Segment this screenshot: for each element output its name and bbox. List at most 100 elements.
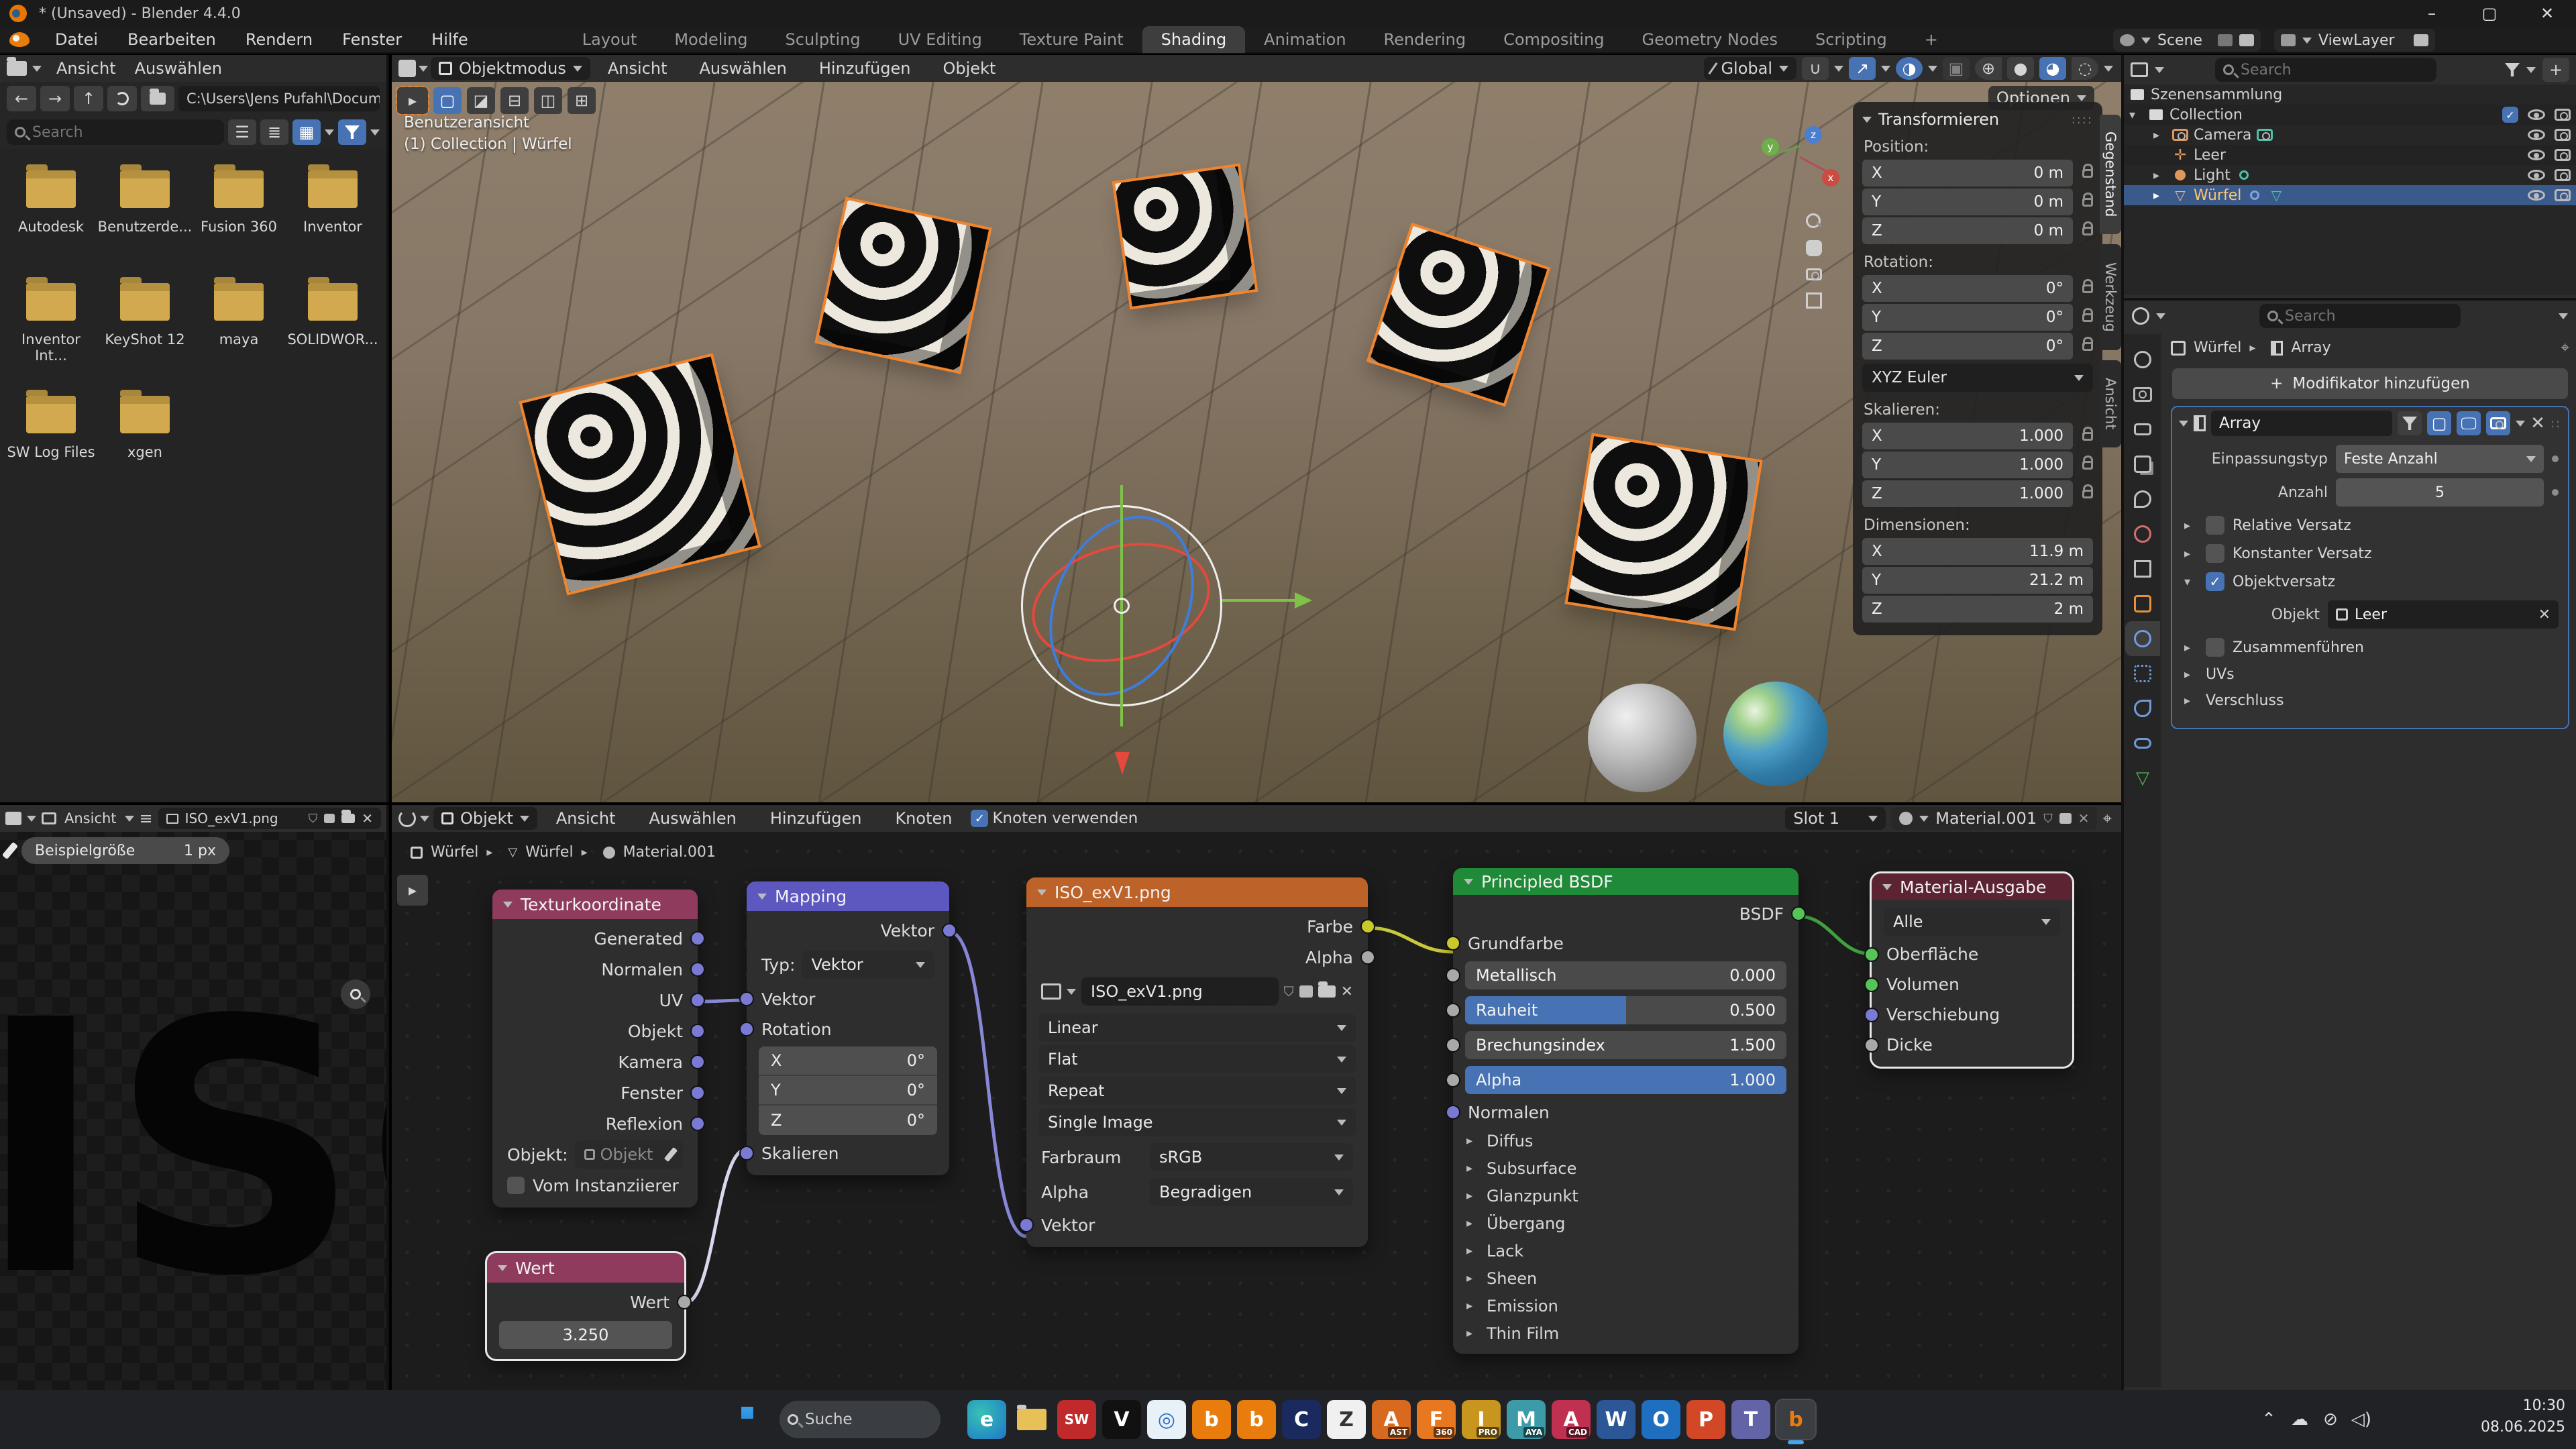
- lock-icon[interactable]: [2082, 461, 2093, 470]
- select-extend-icon[interactable]: ◪: [467, 87, 495, 114]
- add-workspace-button[interactable]: +: [1906, 26, 1957, 53]
- menu-hilfe[interactable]: Hilfe: [417, 26, 483, 53]
- socket-surface-in[interactable]: [1864, 947, 1879, 962]
- expand-icon[interactable]: ▸: [2153, 168, 2167, 182]
- node-select-tool-icon[interactable]: ▸: [397, 875, 428, 906]
- collapse-icon[interactable]: [1882, 884, 1892, 890]
- rotation-y-field[interactable]: Y0°: [1862, 304, 2073, 331]
- relative-offset-section[interactable]: ▸Relative Versatz: [2184, 516, 2556, 535]
- copy-icon[interactable]: [2239, 34, 2254, 46]
- taskbar-edge[interactable]: e: [967, 1400, 1006, 1439]
- scale-x-field[interactable]: X1.000: [1862, 423, 2073, 449]
- tab-particles[interactable]: [2125, 656, 2160, 691]
- outliner-row-light[interactable]: ▸ Light: [2124, 165, 2576, 185]
- taskbar-teams[interactable]: T: [1731, 1400, 1770, 1439]
- section-lack[interactable]: ▸Lack: [1453, 1237, 1799, 1265]
- socket-rotation-in[interactable]: [739, 1022, 754, 1036]
- dim-z-field[interactable]: Z2 m: [1862, 596, 2093, 623]
- gizmo-arrow-green[interactable]: [1295, 592, 1312, 608]
- tab-output[interactable]: [2125, 412, 2160, 447]
- shield-icon[interactable]: ⛉: [309, 812, 318, 826]
- socket-color-out[interactable]: [1360, 919, 1375, 934]
- add-modifier-button[interactable]: +Modifikator hinzufügen: [2172, 368, 2568, 399]
- copy-icon[interactable]: [1299, 985, 1313, 998]
- outliner-editor-icon[interactable]: [2131, 62, 2148, 77]
- folder-item[interactable]: KeyShot 12: [98, 274, 192, 386]
- section-subsurface[interactable]: ▸Subsurface: [1453, 1155, 1799, 1182]
- fb-menu-ansicht[interactable]: Ansicht: [47, 55, 125, 82]
- dim-x-field[interactable]: X11.9 m: [1862, 538, 2093, 565]
- fb-menu-auswaehlen[interactable]: Auswählen: [131, 55, 226, 82]
- menu-bearbeiten[interactable]: Bearbeiten: [113, 26, 231, 53]
- select-intersect-icon[interactable]: ⊞: [568, 87, 596, 114]
- render-visibility-icon[interactable]: [2555, 109, 2571, 121]
- tab-scripting[interactable]: Scripting: [1796, 26, 1906, 53]
- node-material-output[interactable]: Material-Ausgabe Alle Oberfläche Volumen…: [1872, 873, 2072, 1067]
- socket-normal-out[interactable]: [690, 962, 705, 977]
- offset-object-field[interactable]: Leer ✕: [2328, 600, 2559, 629]
- collapse-icon[interactable]: [757, 894, 767, 900]
- hide-eye-icon[interactable]: [2528, 150, 2545, 160]
- taskbar-cinema4d[interactable]: C: [1282, 1400, 1321, 1439]
- hide-eye-icon[interactable]: [2528, 129, 2545, 140]
- new-collection-button[interactable]: +: [2542, 58, 2569, 82]
- transform-gizmo[interactable]: [1021, 505, 1222, 706]
- collapse-icon[interactable]: [2179, 421, 2188, 427]
- projection-dropdown[interactable]: Flat: [1038, 1045, 1356, 1073]
- npanel-tab-ansicht[interactable]: Ansicht: [2100, 360, 2121, 447]
- socket-basecolor-in[interactable]: [1446, 936, 1460, 951]
- checkbox-off[interactable]: [2206, 544, 2224, 563]
- menu-datei[interactable]: Datei: [40, 26, 113, 53]
- socket-displacement-in[interactable]: [1864, 1008, 1879, 1022]
- select-invert-icon[interactable]: ◫: [534, 87, 562, 114]
- lock-icon[interactable]: [2082, 490, 2093, 498]
- node-image-texture[interactable]: ISO_exV1.png Farbe Alpha ISO_exV1.png ⛉ …: [1026, 877, 1368, 1247]
- overlays-toggle-icon[interactable]: ◑: [1896, 57, 1923, 80]
- select-new-icon[interactable]: ▢: [433, 87, 462, 114]
- node-value[interactable]: Wert Wert 3.250: [487, 1253, 684, 1359]
- chevron-down-icon[interactable]: [1834, 66, 1843, 72]
- fb-search[interactable]: [7, 119, 224, 145]
- socket-generated-out[interactable]: [690, 931, 705, 946]
- onedrive-icon[interactable]: ☁: [2286, 1406, 2313, 1433]
- xray-toggle-icon[interactable]: ▣: [1943, 57, 1970, 80]
- copy-icon[interactable]: [324, 814, 335, 823]
- hide-eye-icon[interactable]: [2528, 170, 2545, 180]
- lock-icon[interactable]: [2082, 198, 2093, 207]
- sh-menu-auswaehlen[interactable]: Auswählen: [635, 805, 751, 832]
- socket-vector-in[interactable]: [739, 991, 754, 1006]
- vp-menu-objekt[interactable]: Objekt: [928, 55, 1010, 82]
- outliner-row-scene-collection[interactable]: Szenensammlung: [2124, 85, 2576, 105]
- lock-icon[interactable]: [2082, 169, 2093, 178]
- filter-icon[interactable]: [2505, 63, 2520, 76]
- folder-item[interactable]: SOLIDWOR...: [286, 274, 380, 386]
- chevron-down-icon[interactable]: [370, 129, 380, 136]
- collapse-icon[interactable]: [1037, 890, 1046, 896]
- taskbar-alias[interactable]: AAST: [1372, 1400, 1411, 1439]
- folder-item[interactable]: xgen: [98, 386, 192, 499]
- view-thumbnail-button[interactable]: ▦: [292, 119, 321, 145]
- socket-object-out[interactable]: [690, 1024, 705, 1038]
- collapse-icon[interactable]: [503, 902, 513, 908]
- shading-wireframe-icon[interactable]: ⊕: [1975, 57, 2002, 80]
- npanel-tab-werkzeug[interactable]: Werkzeug: [2100, 244, 2121, 350]
- refresh-button[interactable]: [107, 86, 137, 111]
- fb-search-input[interactable]: [32, 124, 216, 141]
- copy-icon[interactable]: [2059, 813, 2072, 824]
- socket-bsdf-out[interactable]: [1791, 906, 1806, 921]
- menu-fenster[interactable]: Fenster: [327, 26, 417, 53]
- folder-item[interactable]: Inventor: [286, 161, 380, 274]
- tab-modeling[interactable]: Modeling: [655, 26, 766, 53]
- ior-slider[interactable]: Brechungsindex1.500: [1465, 1031, 1786, 1059]
- shading-material-icon[interactable]: ◕: [2039, 57, 2066, 80]
- tab-scene[interactable]: [2125, 482, 2160, 517]
- image-icon[interactable]: [1041, 983, 1061, 1000]
- select-subtract-icon[interactable]: ⊟: [500, 87, 529, 114]
- material-datablock[interactable]: Material.001 ⛉ ✕: [1891, 807, 2097, 830]
- image-editor-icon[interactable]: [5, 812, 21, 825]
- node-mapping[interactable]: Mapping Vektor Typ: Vektor Vektor Rotati…: [747, 881, 949, 1175]
- socket-volume-in[interactable]: [1864, 977, 1879, 992]
- axis-ball-z[interactable]: z: [1805, 126, 1822, 144]
- viewport-zoom-icon[interactable]: [1806, 213, 1821, 228]
- unlink-icon[interactable]: ✕: [1341, 983, 1353, 1000]
